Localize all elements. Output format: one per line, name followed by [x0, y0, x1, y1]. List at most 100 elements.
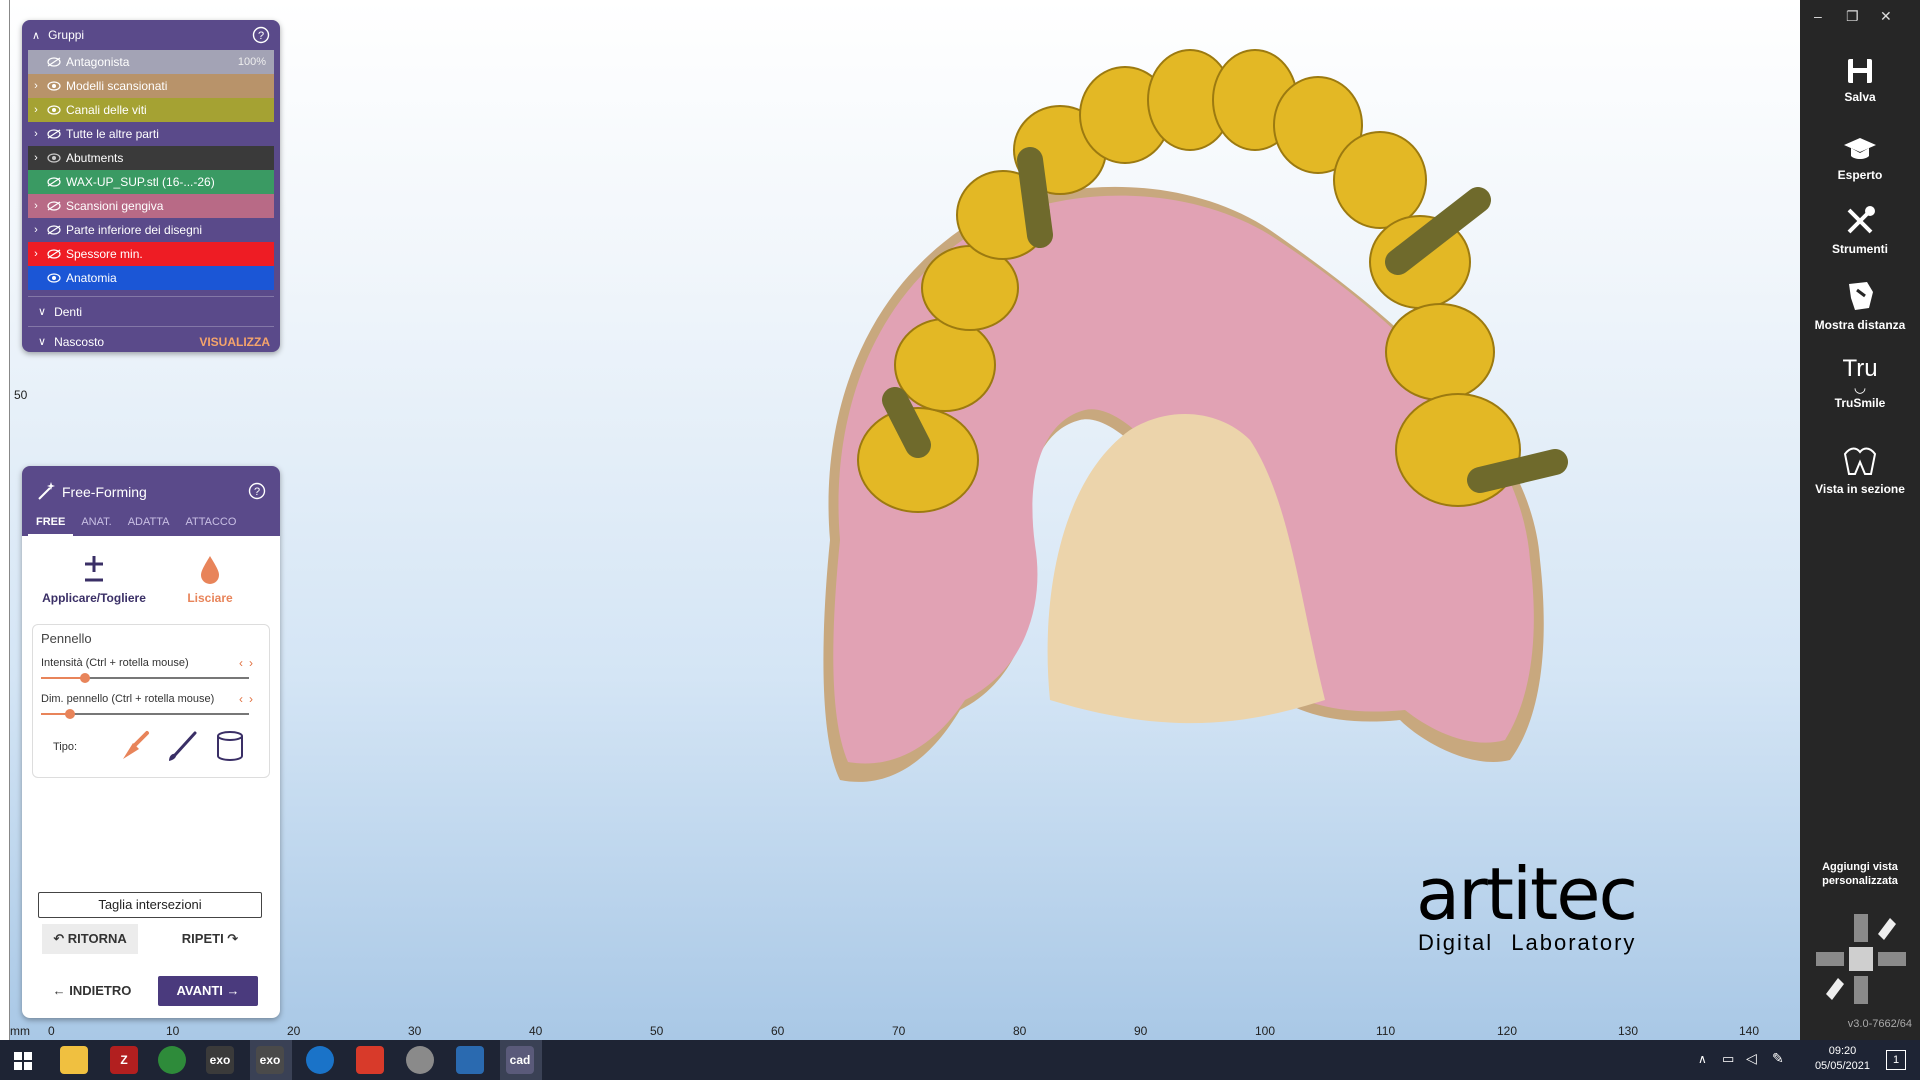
add-custom-view-button[interactable]: Aggiungi vista personalizzata: [1800, 856, 1920, 888]
ruler-tick: 30: [408, 1024, 422, 1038]
view-cube-icon[interactable]: [1812, 910, 1910, 1008]
undo-button[interactable]: ↶ RITORNA: [42, 924, 138, 954]
volume-icon[interactable]: ◁: [1746, 1050, 1757, 1067]
eye-icon[interactable]: [46, 273, 62, 283]
brush-icon[interactable]: [165, 729, 199, 763]
file-explorer-icon[interactable]: [60, 1046, 88, 1074]
redo-button[interactable]: RIPETI ↷: [170, 924, 250, 954]
network-icon[interactable]: ▭: [1722, 1051, 1734, 1067]
tooth-distance-icon: [1849, 282, 1873, 310]
eye-hidden-icon[interactable]: [46, 177, 62, 187]
arrow-left-icon: ←: [52, 983, 70, 998]
groups-header[interactable]: ∧ Gruppi ?: [22, 20, 280, 50]
eye-icon[interactable]: [46, 153, 62, 163]
brush-settings: Pennello Intensità (Ctrl + rotella mouse…: [32, 624, 270, 778]
mode-apply-label: Applicare/Togliere: [42, 591, 146, 605]
graduation-cap-icon: [1844, 138, 1876, 159]
eye-hidden-icon[interactable]: [46, 249, 62, 259]
eye-hidden-icon[interactable]: [46, 201, 62, 211]
group-label: Parte inferiore dei disegni: [66, 223, 203, 237]
scanner-app-icon[interactable]: [406, 1046, 434, 1074]
mode-apply-remove[interactable]: Applicare/Togliere: [34, 554, 154, 605]
close-icon[interactable]: ✕: [1880, 8, 1892, 25]
tools-button[interactable]: Strumenti: [1800, 204, 1920, 256]
chevron-right-icon[interactable]: ›: [28, 80, 44, 92]
intensity-arrows[interactable]: ‹›: [239, 656, 259, 670]
notifications-icon[interactable]: 1: [1886, 1050, 1906, 1070]
nascosto-section[interactable]: ∨ Nascosto VISUALIZZA: [28, 326, 274, 352]
eye-hidden-icon[interactable]: [46, 225, 62, 235]
show-distance-button[interactable]: Mostra distanza: [1800, 278, 1920, 332]
chevron-right-icon[interactable]: ›: [28, 152, 44, 164]
svg-text:?: ?: [254, 486, 260, 498]
cylinder-icon[interactable]: [213, 729, 247, 763]
taglia-intersezioni-button[interactable]: Taglia intersezioni: [38, 892, 262, 918]
group-row-anatomia[interactable]: Anatomia: [28, 266, 274, 290]
windows-start-icon[interactable]: [14, 1052, 32, 1070]
chevron-right-icon[interactable]: ›: [28, 128, 44, 140]
chevron-down-icon[interactable]: ∨: [38, 335, 46, 348]
tab-anat[interactable]: ANAT.: [73, 510, 119, 536]
redo-label: RIPETI: [181, 931, 224, 946]
chevron-down-icon[interactable]: ∨: [38, 305, 46, 318]
intensity-knob[interactable]: [79, 673, 90, 683]
tab-attacco[interactable]: ATTACCO: [177, 510, 244, 536]
clock[interactable]: 09:20 05/05/2021: [1815, 1044, 1870, 1074]
eye-icon[interactable]: [46, 105, 62, 115]
trusmile-button[interactable]: Tru ◡ TruSmile: [1800, 356, 1920, 411]
tab-adatta[interactable]: ADATTA: [120, 510, 178, 536]
restore-icon[interactable]: ❐: [1846, 8, 1859, 25]
chrome-icon[interactable]: [158, 1046, 186, 1074]
chevron-right-icon[interactable]: ›: [28, 224, 44, 236]
groups-list: Antagonista 100% › Modelli scansionati ›…: [22, 50, 280, 290]
chevron-right-icon[interactable]: ›: [28, 248, 44, 260]
group-row-modelli[interactable]: › Modelli scansionati: [28, 74, 274, 98]
exo-app-icon[interactable]: exo: [206, 1046, 234, 1074]
chevron-right-icon[interactable]: ›: [28, 104, 44, 116]
size-slider[interactable]: [41, 709, 249, 719]
cad-app-icon[interactable]: cad: [506, 1046, 534, 1074]
anydesk-icon[interactable]: [356, 1046, 384, 1074]
size-knob[interactable]: [65, 709, 76, 719]
next-button[interactable]: AVANTI →: [158, 976, 258, 1006]
tools-label: Strumenti: [1831, 242, 1888, 256]
group-row-altre-parti[interactable]: › Tutte le altre parti: [28, 122, 274, 146]
teamviewer-icon[interactable]: [306, 1046, 334, 1074]
group-row-antagonista[interactable]: Antagonista 100%: [28, 50, 274, 74]
minimize-icon[interactable]: –: [1814, 8, 1822, 24]
section-view-button[interactable]: Vista in sezione: [1800, 444, 1920, 496]
group-row-parte-inferiore[interactable]: › Parte inferiore dei disegni: [28, 218, 274, 242]
mode-smooth[interactable]: Lisciare: [150, 554, 270, 605]
visualizza-link[interactable]: VISUALIZZA: [199, 335, 270, 349]
smile-curve-icon: ◡: [1853, 379, 1867, 395]
chevron-up-icon[interactable]: ∧: [32, 29, 40, 42]
expert-button[interactable]: Esperto: [1800, 134, 1920, 182]
group-row-canali[interactable]: › Canali delle viti: [28, 98, 274, 122]
help-icon[interactable]: ?: [252, 26, 270, 44]
exo-cad-icon[interactable]: exo: [256, 1046, 284, 1074]
eye-hidden-icon[interactable]: [46, 129, 62, 139]
ff-header: Free-Forming ? FREE ANAT. ADATTA ATTACCO: [22, 466, 280, 536]
bottom-ruler: mm 0 10 20 30 40 50 60 70 80 90 100 110 …: [0, 1022, 1800, 1040]
tab-free[interactable]: FREE: [28, 510, 74, 536]
eye-icon[interactable]: [46, 81, 62, 91]
denti-section[interactable]: ∨ Denti: [28, 296, 274, 326]
group-row-abutments[interactable]: › Abutments: [28, 146, 274, 170]
size-arrows[interactable]: ‹›: [239, 692, 259, 706]
pen-icon[interactable]: ✎: [1772, 1050, 1784, 1067]
group-row-spessore[interactable]: › Spessore min.: [28, 242, 274, 266]
eye-hidden-icon[interactable]: [46, 57, 62, 67]
intensity-slider[interactable]: [41, 673, 249, 683]
tray-chevron-icon[interactable]: ∧: [1698, 1052, 1707, 1066]
back-button[interactable]: ← INDIETRO: [46, 976, 138, 1006]
chevron-right-icon[interactable]: ›: [28, 200, 44, 212]
ruler-tick: 80: [1013, 1024, 1027, 1038]
help-icon[interactable]: ?: [248, 482, 266, 500]
photos-icon[interactable]: [456, 1046, 484, 1074]
spatula-icon[interactable]: [117, 729, 151, 763]
save-button[interactable]: Salva: [1800, 56, 1920, 104]
group-row-gengiva[interactable]: › Scansioni gengiva: [28, 194, 274, 218]
filezilla-icon[interactable]: Z: [110, 1046, 138, 1074]
group-row-waxup[interactable]: WAX-UP_SUP.stl (16-...-26): [28, 170, 274, 194]
ruler-tick: 70: [892, 1024, 906, 1038]
